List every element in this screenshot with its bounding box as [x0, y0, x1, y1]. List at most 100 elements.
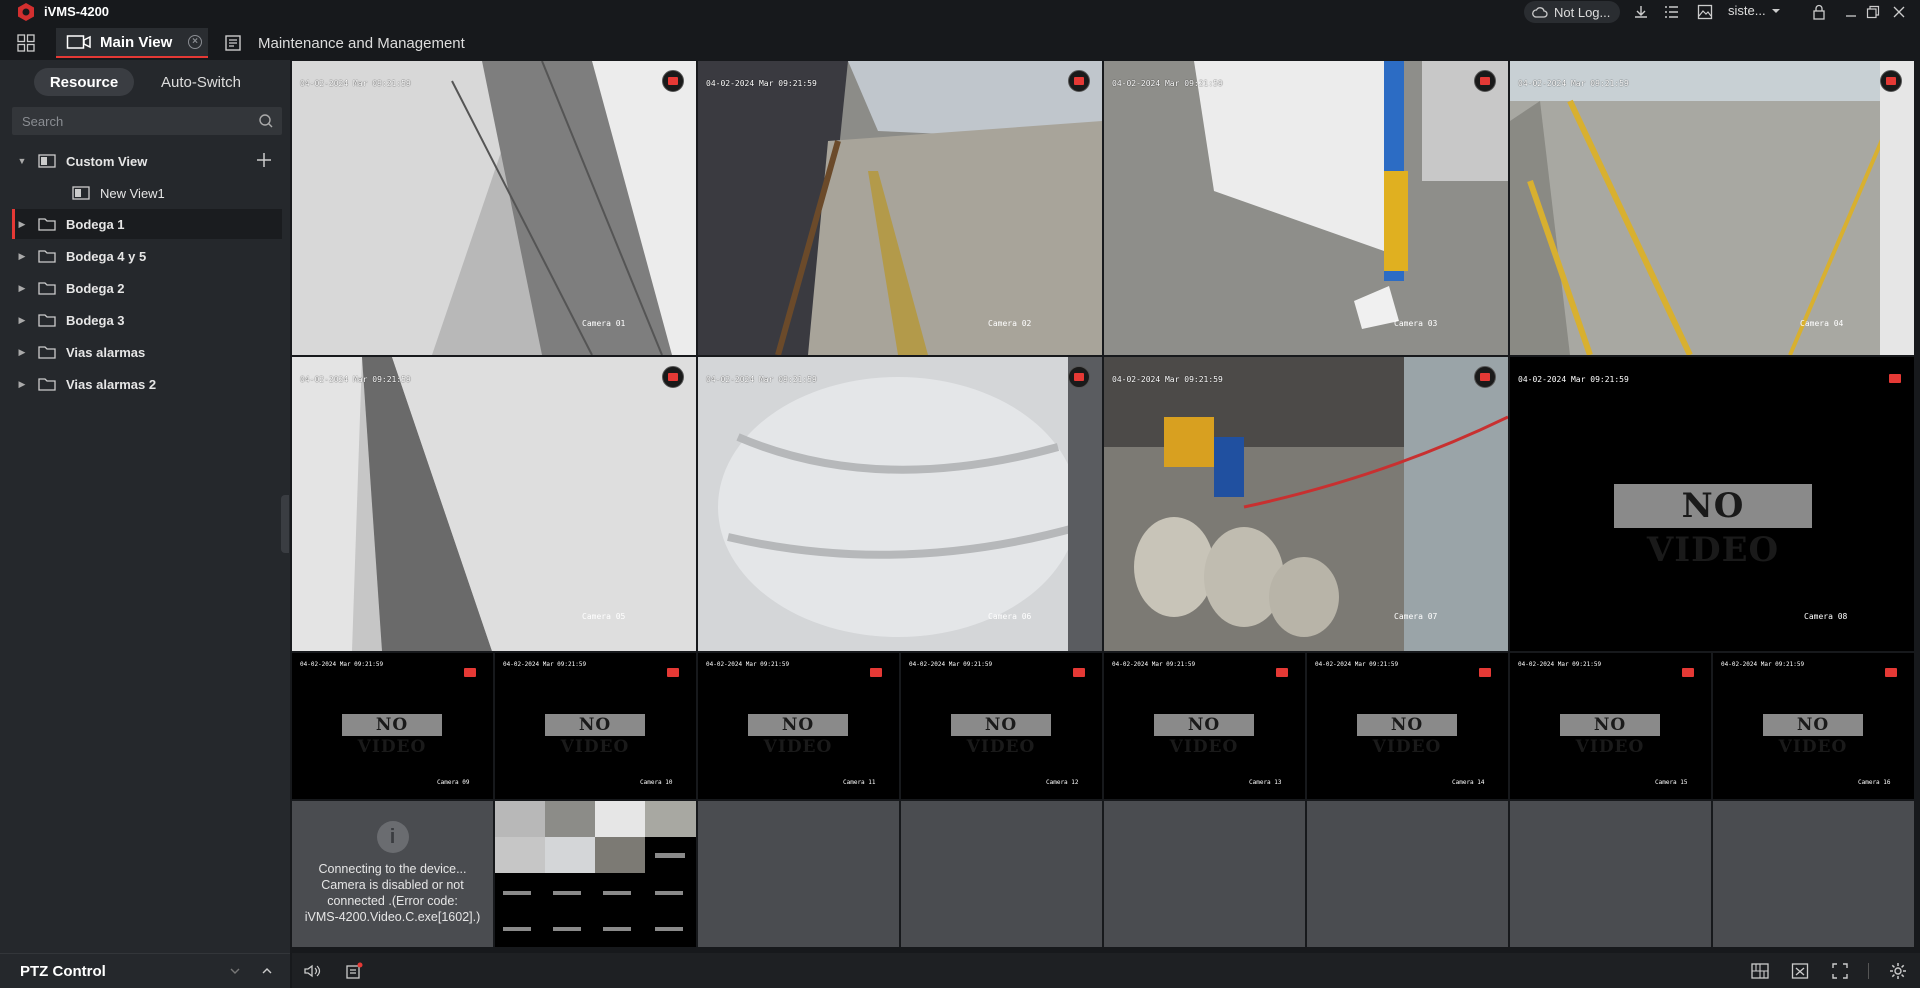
chevron-down-icon[interactable]: ▼ [12, 156, 32, 166]
video-cell-11[interactable]: 04-02-2024 Mar 09:21:59 NO VIDEO Camera … [698, 653, 899, 799]
record-icon[interactable] [1479, 668, 1491, 677]
folder-icon [38, 346, 56, 359]
speaker-mute-icon[interactable] [302, 961, 322, 981]
task-list-icon[interactable] [1662, 3, 1680, 21]
picture-icon[interactable] [1696, 3, 1714, 21]
video-cell-8[interactable]: 04-02-2024 Mar 09:21:59 NO VIDEO Camera … [1510, 357, 1914, 651]
tree-item-group[interactable]: ▶ Bodega 2 [12, 273, 282, 303]
record-icon[interactable] [1889, 374, 1901, 383]
tab-resource[interactable]: Resource [34, 68, 134, 96]
record-icon[interactable] [1474, 70, 1496, 92]
record-icon[interactable] [1068, 70, 1090, 92]
chevron-right-icon[interactable]: ▶ [12, 347, 32, 358]
record-icon[interactable] [1474, 366, 1496, 388]
chevron-down-icon[interactable] [228, 964, 242, 978]
video-cell-9[interactable]: 04-02-2024 Mar 09:21:59 NO VIDEO Camera … [292, 653, 493, 799]
video-cell-error[interactable]: i Connecting to the device... Camera is … [292, 801, 493, 947]
tree-item-group[interactable]: ▶ Bodega 4 y 5 [12, 241, 282, 271]
record-icon[interactable] [870, 668, 882, 677]
video-cell-7[interactable]: 04-02-2024 Mar 09:21:59 Camera 07 [1104, 357, 1508, 651]
user-name[interactable]: siste... [1728, 3, 1766, 18]
video-cell-mosaic[interactable] [495, 801, 696, 947]
record-icon[interactable] [1073, 668, 1085, 677]
video-cell-6[interactable]: 04-02-2024 Mar 09:21:59 Camera 06 [698, 357, 1102, 651]
record-all-icon[interactable] [344, 961, 364, 981]
camera-timestamp: 04-02-2024 Mar 09:21:59 [1518, 375, 1629, 384]
tree-item-group[interactable]: ▶ Vias alarmas [12, 337, 282, 367]
chevron-down-icon[interactable] [1770, 5, 1782, 17]
video-cell-empty[interactable] [901, 801, 1102, 947]
tab-main-view[interactable]: Main View × [56, 28, 208, 58]
video-cell-1[interactable]: 04-02-2024 Mar 09:21:59 Camera 01 [292, 61, 696, 355]
ptz-control-panel[interactable]: PTZ Control [0, 953, 290, 988]
video-cell-empty[interactable] [1510, 801, 1711, 947]
tree-item-new-view[interactable]: New View1 [12, 178, 282, 208]
record-icon[interactable] [662, 366, 684, 388]
tree-item-label: Bodega 3 [66, 312, 125, 328]
error-line: connected .(Error code: [327, 894, 458, 908]
stop-all-icon[interactable] [1790, 961, 1810, 981]
camera-name: Camera 08 [1804, 612, 1848, 621]
record-icon[interactable] [1682, 668, 1694, 677]
camera-timestamp: 04-02-2024 Mar 09:21:59 [1112, 375, 1223, 384]
video-cell-2[interactable]: 04-02-2024 Mar 09:21:59 Camera 02 [698, 61, 1102, 355]
chevron-right-icon[interactable]: ▶ [12, 219, 32, 230]
tab-maintenance[interactable]: Maintenance and Management [224, 28, 484, 58]
gear-icon[interactable] [1888, 961, 1908, 981]
minimize-icon[interactable] [1842, 3, 1860, 21]
add-icon[interactable] [256, 152, 272, 168]
camera-name: Camera 06 [988, 612, 1032, 621]
chevron-up-icon[interactable] [260, 964, 274, 978]
video-cell-empty[interactable] [1104, 801, 1305, 947]
video-cell-15[interactable]: 04-02-2024 Mar 09:21:59 NO VIDEO Camera … [1510, 653, 1711, 799]
camera-timestamp: 04-02-2024 Mar 09:21:59 [503, 661, 587, 668]
lock-icon[interactable] [1810, 3, 1828, 21]
record-icon[interactable] [667, 668, 679, 677]
video-cell-empty[interactable] [1713, 801, 1914, 947]
camera-timestamp: 04-02-2024 Mar 09:21:59 [1112, 79, 1223, 88]
grid-menu-icon[interactable] [16, 33, 36, 53]
camera-name: Camera 13 [1249, 779, 1282, 786]
tab-close-icon[interactable]: × [188, 35, 202, 49]
close-icon[interactable] [1890, 3, 1908, 21]
download-icon[interactable] [1632, 3, 1650, 21]
camera-name: Camera 14 [1452, 779, 1485, 786]
record-icon[interactable] [464, 668, 476, 677]
video-cell-12[interactable]: 04-02-2024 Mar 09:21:59 NO VIDEO Camera … [901, 653, 1102, 799]
search-input[interactable] [22, 112, 242, 130]
chevron-right-icon[interactable]: ▶ [12, 315, 32, 326]
video-cell-13[interactable]: 04-02-2024 Mar 09:21:59 NO VIDEO Camera … [1104, 653, 1305, 799]
record-icon[interactable] [1885, 668, 1897, 677]
record-icon[interactable] [1276, 668, 1288, 677]
fullscreen-icon[interactable] [1830, 961, 1850, 981]
tree-item-group[interactable]: ▶ Vias alarmas 2 [12, 369, 282, 399]
video-cell-14[interactable]: 04-02-2024 Mar 09:21:59 NO VIDEO Camera … [1307, 653, 1508, 799]
video-cell-3[interactable]: 04-02-2024 Mar 09:21:59 Camera 03 [1104, 61, 1508, 355]
sidebar-collapse-handle[interactable] [281, 495, 289, 553]
video-cell-4[interactable]: 04-02-2024 Mar 09:21:59 Camera 04 [1510, 61, 1914, 355]
camera-name: Camera 03 [1394, 319, 1438, 328]
window-layout-icon[interactable] [1750, 961, 1770, 981]
video-cell-empty[interactable] [698, 801, 899, 947]
tab-auto-switch[interactable]: Auto-Switch [146, 68, 256, 96]
tree-item-custom-view[interactable]: ▼ Custom View [12, 146, 282, 176]
search-icon[interactable] [258, 113, 274, 129]
record-icon[interactable] [1068, 366, 1090, 388]
video-cell-10[interactable]: 04-02-2024 Mar 09:21:59 NO VIDEO Camera … [495, 653, 696, 799]
record-icon[interactable] [1880, 70, 1902, 92]
camera-timestamp: 04-02-2024 Mar 09:21:59 [300, 79, 411, 88]
chevron-right-icon[interactable]: ▶ [12, 283, 32, 294]
tree-item-label: New View1 [100, 185, 165, 201]
camera-feed-image [1510, 61, 1914, 355]
chevron-right-icon[interactable]: ▶ [12, 251, 32, 262]
video-cell-5[interactable]: 04-02-2024 Mar 09:21:59 Camera 05 [292, 357, 696, 651]
tree-item-group[interactable]: ▶ Bodega 1 [12, 209, 282, 239]
chevron-right-icon[interactable]: ▶ [12, 379, 32, 390]
camera-feed-image [292, 357, 696, 651]
tree-item-group[interactable]: ▶ Bodega 3 [12, 305, 282, 335]
video-cell-16[interactable]: 04-02-2024 Mar 09:21:59 NO VIDEO Camera … [1713, 653, 1914, 799]
video-cell-empty[interactable] [1307, 801, 1508, 947]
record-icon[interactable] [662, 70, 684, 92]
cloud-login-button[interactable]: Not Log... [1524, 1, 1620, 23]
restore-icon[interactable] [1864, 3, 1882, 21]
